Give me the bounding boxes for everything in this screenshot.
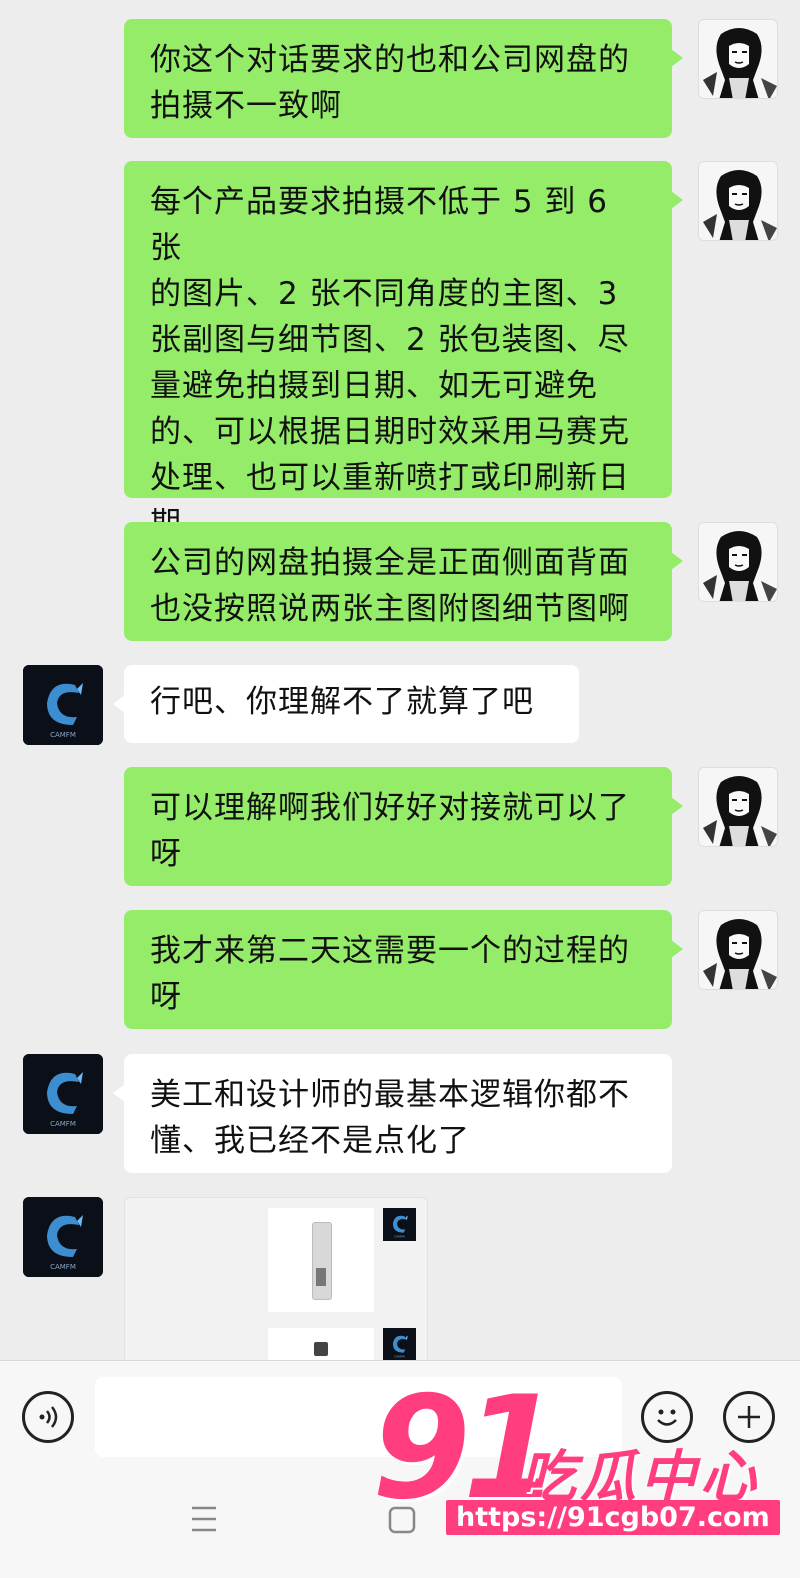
mini-avatar bbox=[383, 1208, 416, 1241]
self-avatar[interactable] bbox=[698, 767, 778, 847]
mini-avatar bbox=[383, 1328, 416, 1361]
message-bubble-self[interactable]: 公司的网盘拍摄全是正面侧面背面 也没按照说两张主图附图细节图啊 bbox=[124, 522, 683, 641]
message-line: 张副图与细节图、2 张包装图、尽 bbox=[150, 322, 630, 358]
contact-avatar[interactable] bbox=[23, 1197, 103, 1277]
product-thumbnail[interactable] bbox=[268, 1208, 374, 1312]
message-line: 量避免拍摄到日期、如无可避免 bbox=[150, 368, 598, 404]
message-bubble-contact[interactable]: 美工和设计师的最基本逻辑你都不 懂、我已经不是点化了 bbox=[113, 1054, 672, 1173]
voice-icon bbox=[39, 1406, 58, 1428]
message-line: 呀 bbox=[150, 979, 182, 1015]
message-line: 行吧、你理解不了就算了吧 bbox=[150, 684, 534, 720]
message-line: 你这个对话要求的也和公司网盘的 bbox=[150, 42, 630, 78]
message-line: 处理、也可以重新喷打或印刷新日 bbox=[150, 460, 630, 496]
watermark-url: https://91cgb07.com bbox=[446, 1500, 780, 1535]
contact-avatar[interactable] bbox=[23, 1054, 103, 1134]
message-line: 也没按照说两张主图附图细节图啊 bbox=[150, 591, 630, 627]
message-bubble-self[interactable]: 每个产品要求拍摄不低于 5 到 6 张 的图片、2 张不同角度的主图、3 张副图… bbox=[124, 161, 683, 542]
self-avatar[interactable] bbox=[698, 522, 778, 602]
contact-avatar[interactable] bbox=[23, 665, 103, 745]
message-line: 美工和设计师的最基本逻辑你都不 bbox=[150, 1077, 630, 1113]
menu-icon[interactable] bbox=[190, 1504, 218, 1534]
message-bubble-self[interactable]: 你这个对话要求的也和公司网盘的 拍摄不一致啊 bbox=[124, 19, 683, 138]
product-image bbox=[314, 1342, 328, 1356]
self-avatar[interactable] bbox=[698, 161, 778, 241]
message-line: 公司的网盘拍摄全是正面侧面背面 bbox=[150, 545, 630, 581]
message-line: 的、可以根据日期时效采用马赛克 bbox=[150, 414, 630, 450]
voice-button[interactable] bbox=[22, 1391, 74, 1443]
message-line: 可以理解啊我们好好对接就可以了 bbox=[150, 790, 630, 826]
message-line: 呀 bbox=[150, 836, 182, 872]
product-detail bbox=[316, 1268, 326, 1286]
message-bubble-self[interactable]: 可以理解啊我们好好对接就可以了 呀 bbox=[124, 767, 683, 886]
message-line: 懂、我已经不是点化了 bbox=[150, 1123, 470, 1159]
message-bubble-contact[interactable]: 行吧、你理解不了就算了吧 bbox=[113, 665, 579, 743]
emoji-icon bbox=[657, 1409, 677, 1426]
self-avatar[interactable] bbox=[698, 19, 778, 99]
message-line: 每个产品要求拍摄不低于 5 到 6 张 bbox=[150, 184, 609, 266]
message-line: 的图片、2 张不同角度的主图、3 bbox=[150, 276, 619, 312]
message-line: 拍摄不一致啊 bbox=[150, 88, 342, 124]
message-bubble-self[interactable]: 我才来第二天这需要一个的过程的 呀 bbox=[124, 910, 683, 1029]
message-line: 我才来第二天这需要一个的过程的 bbox=[150, 933, 630, 969]
image-message[interactable] bbox=[124, 1197, 428, 1369]
product-image bbox=[312, 1222, 332, 1300]
self-avatar[interactable] bbox=[698, 910, 778, 990]
plus-icon bbox=[738, 1406, 760, 1428]
